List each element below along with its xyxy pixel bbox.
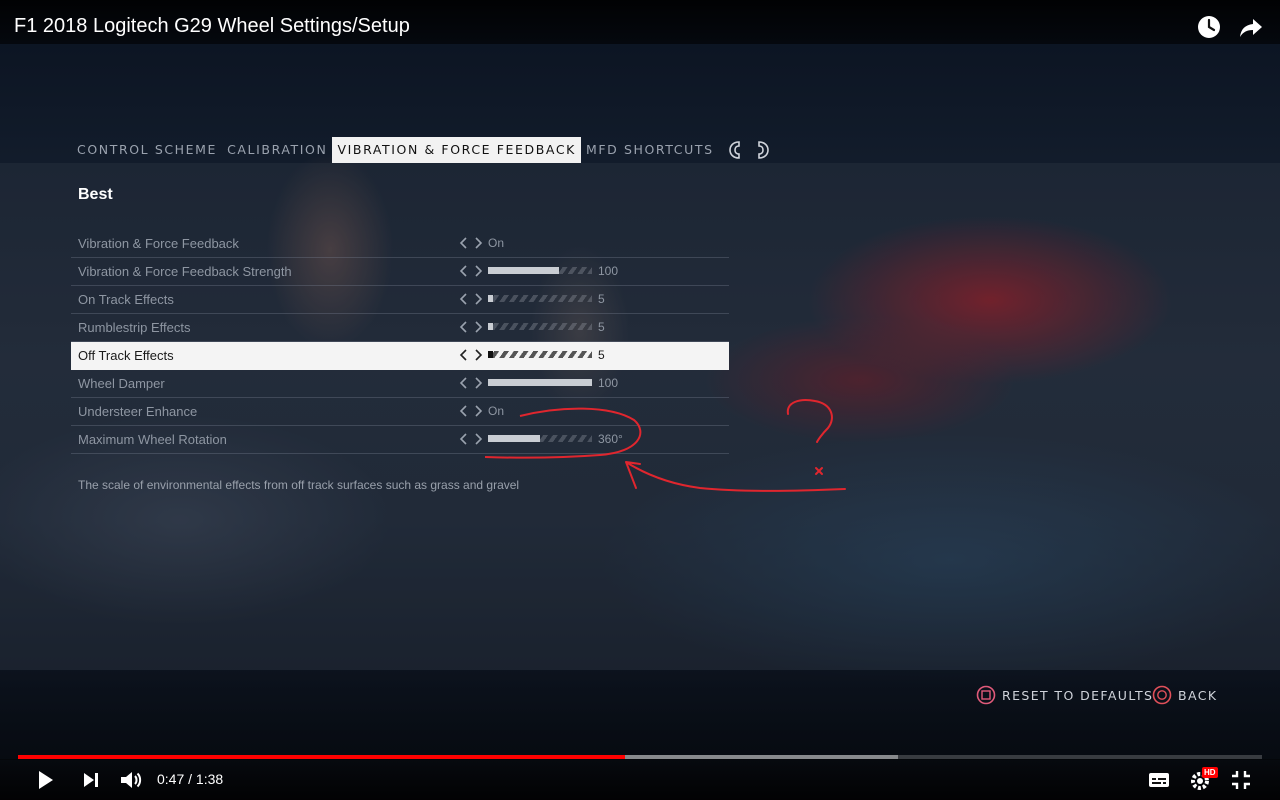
clock-icon[interactable] bbox=[1196, 14, 1222, 40]
setting-value: 100 bbox=[598, 264, 619, 278]
volume-icon[interactable] bbox=[118, 767, 144, 793]
reset-label: RESET TO DEFAULTS bbox=[1002, 687, 1154, 703]
tab-control-scheme[interactable]: CONTROL SCHEME bbox=[72, 137, 222, 163]
setting-label: Maximum Wheel Rotation bbox=[78, 432, 227, 447]
setting-row-off-track-effects[interactable]: Off Track Effects 5 bbox=[71, 342, 729, 370]
current-time: 0:47 bbox=[157, 771, 185, 787]
setting-slider[interactable] bbox=[488, 323, 592, 330]
setting-slider[interactable] bbox=[488, 351, 592, 358]
setting-slider[interactable] bbox=[488, 435, 592, 442]
duration: 1:38 bbox=[195, 771, 224, 787]
video-time: 0:47 / 1:38 bbox=[157, 771, 223, 787]
setting-row-understeer-enhance[interactable]: Understeer Enhance On bbox=[71, 398, 729, 426]
tab-calibration[interactable]: CALIBRATION bbox=[222, 137, 332, 163]
back-label: BACK bbox=[1178, 687, 1218, 703]
exit-fullscreen-icon[interactable] bbox=[1228, 767, 1254, 793]
left-right-arrows-icon[interactable] bbox=[459, 236, 483, 250]
time-separator: / bbox=[188, 771, 193, 787]
setting-value: On bbox=[488, 404, 505, 418]
setting-value: 100 bbox=[598, 376, 619, 390]
setting-row-on-track-effects[interactable]: On Track Effects 5 bbox=[71, 286, 729, 314]
setting-label: Off Track Effects bbox=[78, 348, 174, 363]
setting-slider[interactable] bbox=[488, 267, 592, 274]
left-right-arrows-icon[interactable] bbox=[459, 376, 483, 390]
setting-row-vibration-force-feedback-strength[interactable]: Vibration & Force Feedback Strength 100 bbox=[71, 258, 729, 286]
setting-value: 5 bbox=[598, 320, 605, 334]
r1-bumper-icon[interactable] bbox=[753, 139, 771, 161]
settings-list: Vibration & Force Feedback On Vibration … bbox=[71, 230, 729, 454]
slider-fill bbox=[488, 323, 494, 330]
left-right-arrows-icon[interactable] bbox=[459, 348, 483, 362]
slider-fill bbox=[488, 351, 494, 358]
left-right-arrows-icon[interactable] bbox=[459, 404, 483, 418]
setting-slider[interactable] bbox=[488, 295, 592, 302]
back-button[interactable]: BACK bbox=[1152, 684, 1217, 706]
play-icon[interactable] bbox=[32, 767, 58, 793]
setting-value: 360° bbox=[598, 432, 623, 446]
left-right-arrows-icon[interactable] bbox=[459, 264, 483, 278]
subtitles-icon[interactable] bbox=[1146, 767, 1172, 793]
tab-mfd-shortcuts[interactable]: MFD SHORTCUTS bbox=[581, 137, 719, 163]
left-right-arrows-icon[interactable] bbox=[459, 320, 483, 334]
slider-fill bbox=[488, 295, 494, 302]
setting-label: Wheel Damper bbox=[78, 376, 165, 391]
setting-value: 5 bbox=[598, 292, 605, 306]
left-right-arrows-icon[interactable] bbox=[459, 432, 483, 446]
player-controls: 0:47 / 1:38 HD bbox=[0, 759, 1280, 800]
setting-value: On bbox=[488, 236, 505, 250]
settings-tabs: CONTROL SCHEME CALIBRATION VIBRATION & F… bbox=[72, 137, 771, 163]
slider-fill bbox=[488, 267, 559, 274]
setting-label: Vibration & Force Feedback Strength bbox=[78, 264, 292, 279]
setting-description: The scale of environmental effects from … bbox=[78, 478, 520, 492]
setting-label: Vibration & Force Feedback bbox=[78, 236, 239, 251]
reset-to-defaults-button[interactable]: RESET TO DEFAULTS bbox=[976, 684, 1153, 706]
setting-row-maximum-wheel-rotation[interactable]: Maximum Wheel Rotation 360° bbox=[71, 426, 729, 454]
next-icon[interactable] bbox=[78, 767, 104, 793]
square-button-icon bbox=[976, 685, 996, 705]
video-title[interactable]: F1 2018 Logitech G29 Wheel Settings/Setu… bbox=[14, 15, 410, 38]
setting-label: On Track Effects bbox=[78, 292, 174, 307]
video-top-bar: F1 2018 Logitech G29 Wheel Settings/Setu… bbox=[0, 0, 1280, 44]
circle-button-icon bbox=[1152, 685, 1172, 705]
setting-row-wheel-damper[interactable]: Wheel Damper 100 bbox=[71, 370, 729, 398]
setting-row-rumblestrip-effects[interactable]: Rumblestrip Effects 5 bbox=[71, 314, 729, 342]
hd-badge: HD bbox=[1202, 767, 1218, 778]
tab-vibration-force-feedback[interactable]: VIBRATION & FORCE FEEDBACK bbox=[332, 137, 581, 163]
share-icon[interactable] bbox=[1238, 14, 1264, 40]
preset-title: Best bbox=[78, 186, 113, 203]
slider-fill bbox=[488, 379, 592, 386]
slider-fill bbox=[488, 435, 540, 442]
setting-slider[interactable] bbox=[488, 379, 592, 386]
l1-bumper-icon[interactable] bbox=[727, 139, 745, 161]
setting-label: Rumblestrip Effects bbox=[78, 320, 191, 335]
left-right-arrows-icon[interactable] bbox=[459, 292, 483, 306]
setting-row-vibration-force-feedback[interactable]: Vibration & Force Feedback On bbox=[71, 230, 729, 258]
setting-value: 5 bbox=[598, 348, 605, 362]
setting-label: Understeer Enhance bbox=[78, 404, 198, 419]
